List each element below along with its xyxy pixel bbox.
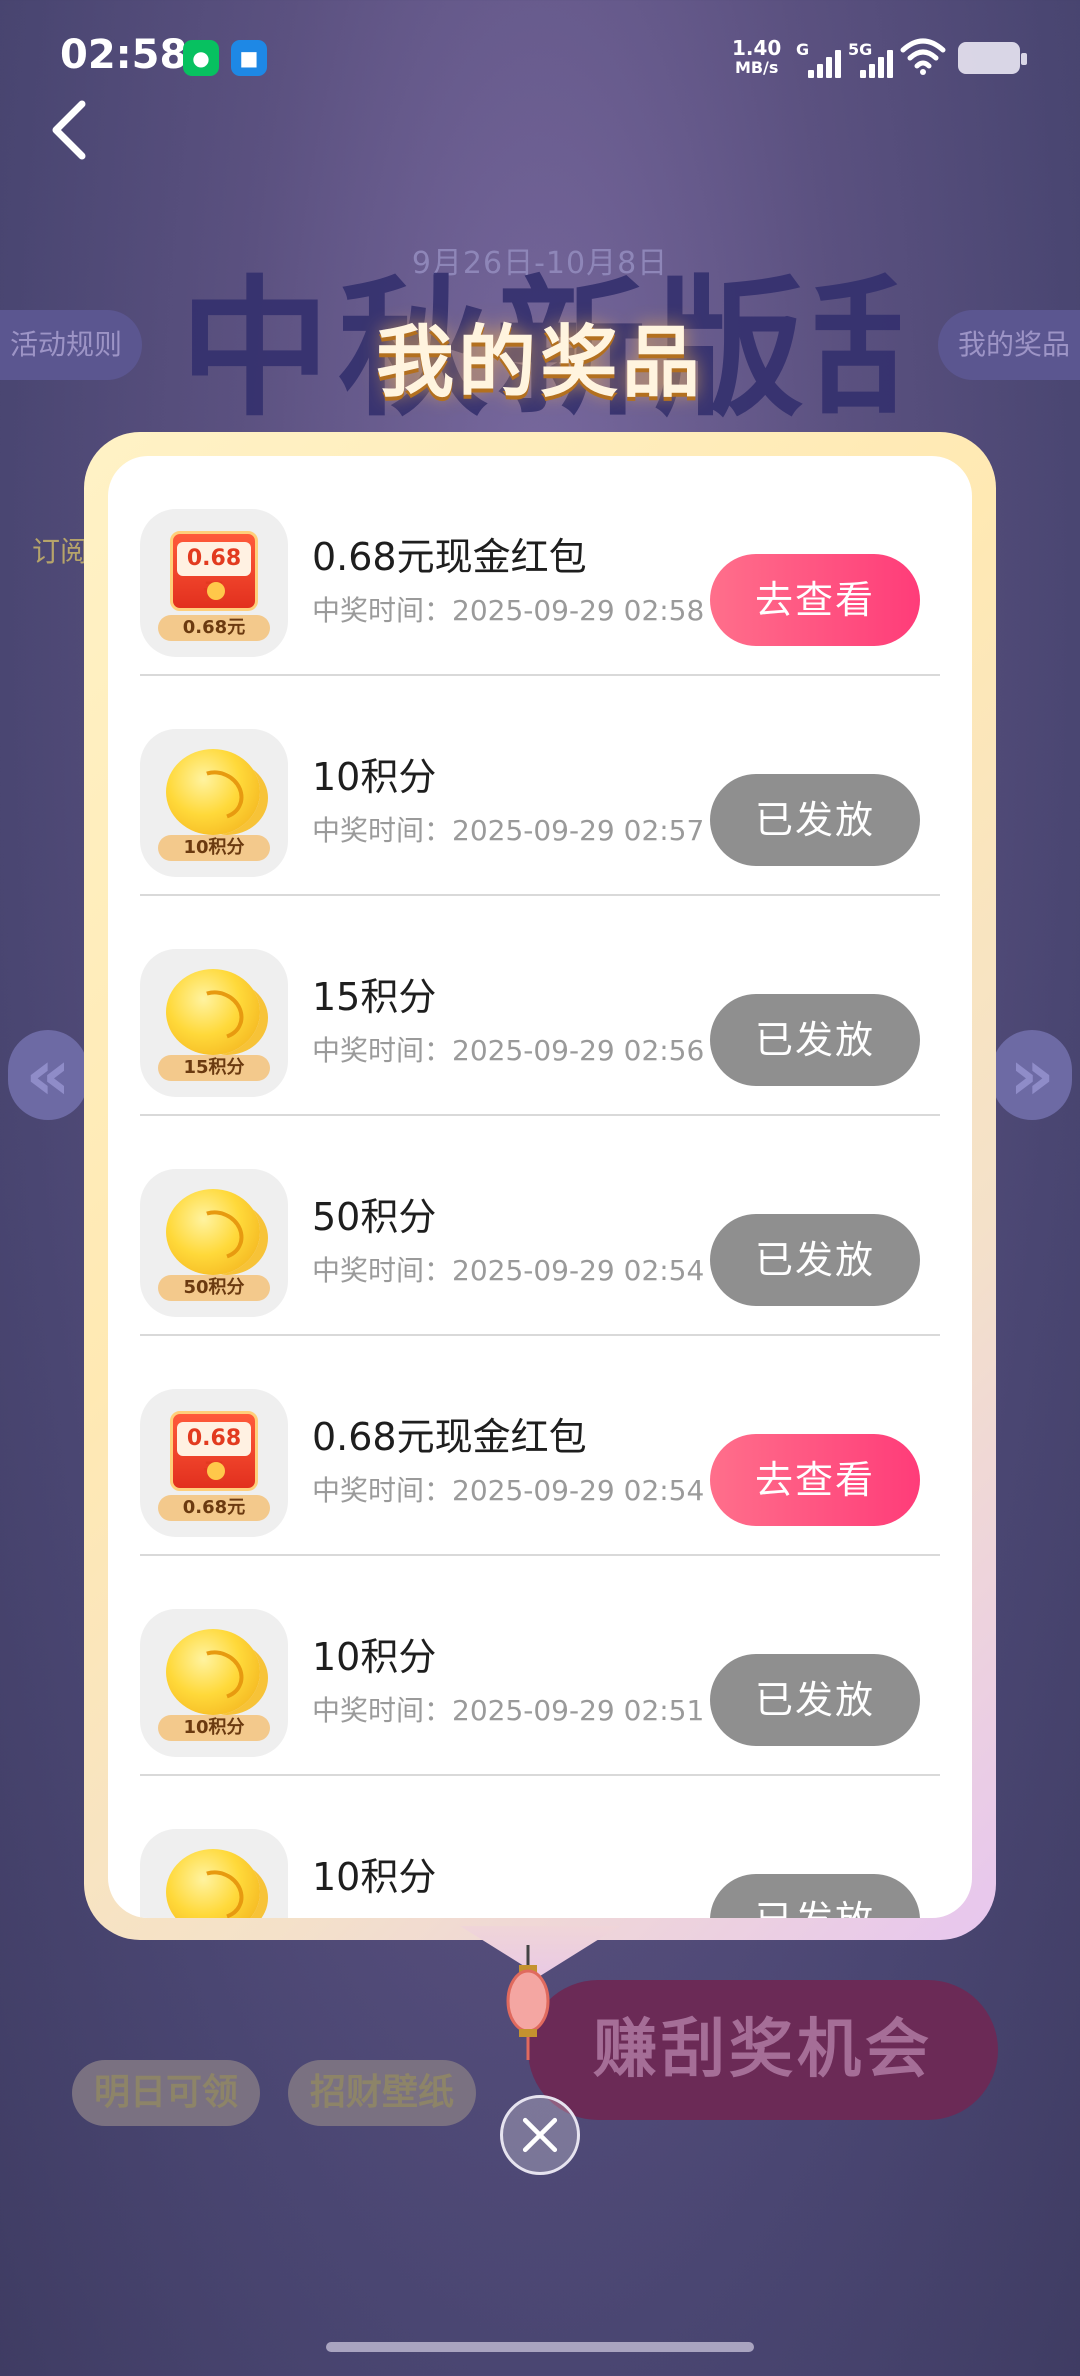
prize-win-time: 中奖时间：2025-09-29 02:57 xyxy=(312,814,705,847)
view-prize-button[interactable]: 去查看 xyxy=(710,554,920,646)
coin-graphic xyxy=(166,969,260,1055)
prize-win-time: 中奖时间：2025-09-29 02:54 xyxy=(312,1474,705,1507)
subscribe-label: 订阅 xyxy=(32,535,89,568)
network-speed: 1.40 MB/s xyxy=(732,38,781,78)
issued-status-button[interactable]: 已发放 xyxy=(710,1874,920,1918)
prize-badge: 10积分 xyxy=(158,1715,270,1741)
prize-badge: 0.68元 xyxy=(158,1495,270,1521)
modal-title: 我的奖品 xyxy=(375,318,704,408)
issued-status-button[interactable]: 已发放 xyxy=(710,994,920,1086)
wallpaper-button: 招财壁纸 xyxy=(288,2060,477,2126)
prize-list[interactable]: 0.68元0.68元0.68元现金红包中奖时间：2025-09-29 02:58… xyxy=(140,456,940,1918)
view-prize-button[interactable]: 去查看 xyxy=(710,1434,920,1526)
lantern-icon xyxy=(506,1945,550,2060)
prize-win-time: 中奖时间：2025-09-29 02:56 xyxy=(312,1034,705,1067)
prize-win-time: 中奖时间：2025-09-29 02:58 xyxy=(312,594,705,627)
prize-badge: 15积分 xyxy=(158,1055,270,1081)
points-coin-icon: 50积分 xyxy=(140,1169,288,1317)
prize-badge: 0.68元 xyxy=(158,615,270,641)
next-arrow-icon: » xyxy=(992,1030,1072,1120)
signal-5g-icon: 5G xyxy=(848,40,894,78)
red-packet-icon: 0.68元 0.68元 xyxy=(140,1389,288,1537)
prize-list-item: 10积分 已发放 xyxy=(140,1776,940,1918)
prize-list-item: 50积分 50积分 中奖时间：2025-09-29 02:54 已发放 xyxy=(140,1116,940,1336)
points-coin-icon: 10积分 xyxy=(140,1609,288,1757)
red-packet-amount: 0.68元 xyxy=(177,542,251,605)
prize-win-time: 中奖时间：2025-09-29 02:54 xyxy=(312,1254,705,1287)
prize-badge: 50积分 xyxy=(158,1275,270,1301)
prize-win-time: 中奖时间：2025-09-29 02:51 xyxy=(312,1694,705,1727)
close-icon[interactable] xyxy=(500,2095,580,2175)
coin-graphic xyxy=(166,1189,260,1275)
points-coin-icon: 10积分 xyxy=(140,729,288,877)
prize-list-item: 0.68元 0.68元 0.68元现金红包中奖时间：2025-09-29 02:58… xyxy=(140,456,940,676)
wechat-icon: ● xyxy=(183,40,219,76)
battery-icon xyxy=(958,42,1027,74)
home-indicator[interactable] xyxy=(326,2342,754,2352)
wifi-icon xyxy=(900,38,946,75)
issued-status-button[interactable]: 已发放 xyxy=(710,1654,920,1746)
issued-status-button[interactable]: 已发放 xyxy=(710,1214,920,1306)
coin-graphic xyxy=(166,1849,260,1918)
prize-name: 10积分 xyxy=(312,755,437,799)
tomorrow-claim-button: 明日可领 xyxy=(72,2060,261,2126)
network-speed-unit: MB/s xyxy=(734,58,779,77)
prize-list-item: 10积分 10积分 中奖时间：2025-09-29 02:57 已发放 xyxy=(140,676,940,896)
prize-modal[interactable]: 0.68元0.68元0.68元现金红包中奖时间：2025-09-29 02:58… xyxy=(108,456,972,1918)
prize-name: 15积分 xyxy=(312,975,437,1019)
network-speed-value: 1.40 xyxy=(732,36,782,60)
prize-name: 50积分 xyxy=(312,1195,437,1239)
points-coin-icon: 15积分 xyxy=(140,949,288,1097)
coin-graphic xyxy=(166,749,260,835)
prize-list-item: 15积分 15积分 中奖时间：2025-09-29 02:56 已发放 xyxy=(140,896,940,1116)
signal-icon: G xyxy=(796,40,842,78)
status-bar: 02:58 ● ■ 1.40 MB/s G 5G xyxy=(0,0,1080,120)
app-notification-icon: ■ xyxy=(231,40,267,76)
prize-badge: 10积分 xyxy=(158,835,270,861)
red-packet-icon: 0.68元 0.68元 xyxy=(140,509,288,657)
status-time: 02:58 xyxy=(60,32,188,78)
prize-name: 10积分 xyxy=(312,1635,437,1679)
prize-name: 10积分 xyxy=(312,1855,437,1899)
red-packet-graphic: 0.68元 xyxy=(170,531,258,611)
points-coin-icon xyxy=(140,1829,288,1918)
issued-status-button[interactable]: 已发放 xyxy=(710,774,920,866)
prize-name: 0.68元现金红包 xyxy=(312,1415,587,1459)
back-arrow-icon[interactable] xyxy=(40,90,100,170)
coin-graphic xyxy=(166,1629,260,1715)
prize-list-item: 10积分 10积分 中奖时间：2025-09-29 02:51 已发放 xyxy=(140,1556,940,1776)
earn-chances-button: 赚刮奖机会 xyxy=(528,1980,998,2120)
prev-arrow-icon: « xyxy=(8,1030,88,1120)
prize-name: 0.68元现金红包 xyxy=(312,535,587,579)
red-packet-amount: 0.68元 xyxy=(177,1422,251,1485)
red-packet-graphic: 0.68元 xyxy=(170,1411,258,1491)
prize-list-item: 0.68元 0.68元 0.68元现金红包中奖时间：2025-09-29 02:54… xyxy=(140,1336,940,1556)
